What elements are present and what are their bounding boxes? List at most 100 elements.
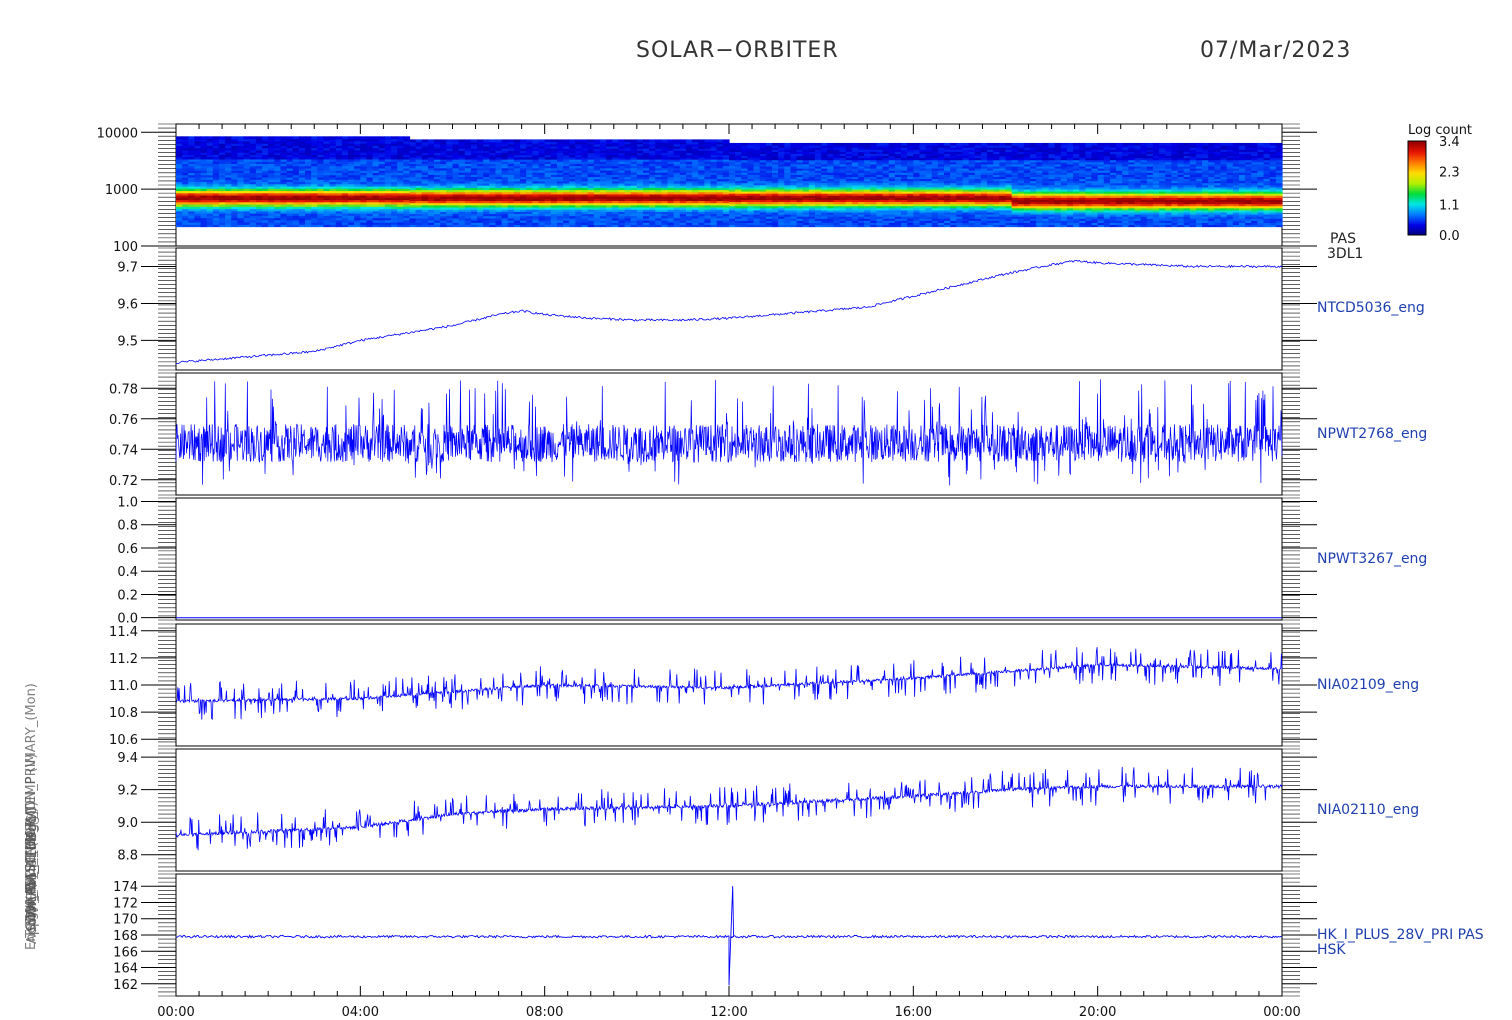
heatmap-cell [655,139,663,143]
heatmap-cell [298,136,306,140]
heatmap-cell [851,142,859,146]
heatmap-cell [323,136,331,140]
heatmap-cell [772,142,779,146]
heatmap-cell [501,139,509,143]
heatmap-cell [188,136,196,140]
heatmap-cell [458,139,466,143]
heatmap-cell [599,139,607,143]
heatmap-cell [360,136,368,140]
heatmap-cell [409,139,417,143]
heatmap-cell [286,136,294,140]
heatmap-cell [563,139,570,143]
heatmap-cell [464,139,472,143]
heatmap-cell [839,142,847,146]
panel-frame-2 [175,372,1283,496]
heatmap-cell [710,139,718,143]
heatmap-cell [219,136,226,140]
heatmap-cell [759,142,767,146]
heatmap-cell [821,142,828,146]
heatmap-cell [262,136,269,140]
heatmap-cell [845,142,853,146]
heatmap-cell [477,139,484,143]
heatmap-cell [692,139,699,143]
heatmap-cell [784,142,792,146]
heatmap-cell [741,142,749,146]
heatmap-cell [237,136,245,140]
heatmap-cell [642,139,650,143]
heatmap-cells [176,136,1283,228]
heatmap-cell [384,136,392,140]
heatmap-cell [206,136,214,140]
heatmap-cell [372,136,380,140]
heatmap-cell [612,139,619,143]
heatmap-cell [427,139,435,143]
heatmap-cell [507,139,515,143]
heatmap-cell [378,136,386,140]
heatmap-cell [716,139,724,143]
heatmap-cell [544,139,552,143]
heatmap-cell [470,139,478,143]
heatmap-cell [231,136,239,140]
heatmap-cell [796,142,804,146]
heatmap-cell [495,139,503,143]
heatmap-cell [747,142,755,146]
heatmap-cell [618,139,626,143]
stacked-chart-svg: 100100010000 Log count3.42.31.10.09.59.69… [97,123,1472,1020]
heatmap-cell [815,142,822,146]
panel-frame-4 [175,623,1283,747]
heatmap-cell [661,139,669,143]
heatmap-cell [483,139,490,143]
heatmap-cell [397,136,404,140]
heatmap-cell [452,139,460,143]
heatmap-cell [858,142,865,146]
heatmap-cell [526,139,533,143]
heatmap-cell [341,136,349,140]
heatmap-cell [649,139,656,143]
heatmap-cell [348,136,355,140]
heatmap-cell [827,142,835,146]
heatmap-cell [790,142,798,146]
plot-stage: SOLAR−ORBITER 07/Mar/2023 100 1000 10000 Lo… [0,0,1512,1020]
heatmap-cell [532,139,540,143]
heatmap-cell [753,142,761,146]
heatmap-cell [292,136,300,140]
heatmap-cell [667,139,675,143]
heatmap-cell [403,136,411,140]
panel-frame-3 [175,497,1283,621]
heatmap-cell [182,136,189,140]
heatmap-cell [440,139,447,143]
heatmap-cell [593,139,601,143]
heatmap-cell [864,142,871,146]
heatmap-cell [569,139,576,143]
heatmap-cell [698,139,706,143]
heatmap-cell [200,136,208,140]
heatmap-cell [489,139,497,143]
heatmap-cell [255,136,263,140]
heatmap-cell [735,142,742,146]
heatmap-cell [446,139,454,143]
heatmap-cell [808,142,816,146]
heatmap-cell [685,139,693,143]
heatmap-cell [575,139,583,143]
heatmap-cell [212,136,220,140]
heatmap-cell [317,136,325,140]
heatmap-cell [587,139,595,143]
heatmap-cell [729,142,736,146]
heatmap-cell [673,139,681,143]
heatmap-cell [704,139,712,143]
heatmap-cell [679,139,687,143]
heatmap-cell [366,136,374,140]
heatmap-cell [249,136,257,140]
heatmap-cell [833,142,841,146]
heatmap-cell [421,139,429,143]
heatmap-cell [329,136,337,140]
heatmap-cell [606,139,613,143]
heatmap-cell [225,136,232,140]
heatmap-cell [194,136,202,140]
heatmap-cell [778,142,785,146]
heatmap-cell [391,136,398,140]
panel-frame-1 [175,247,1283,371]
heatmap-cell [280,136,288,140]
heatmap-cell [556,139,564,143]
heatmap-cell [802,142,810,146]
